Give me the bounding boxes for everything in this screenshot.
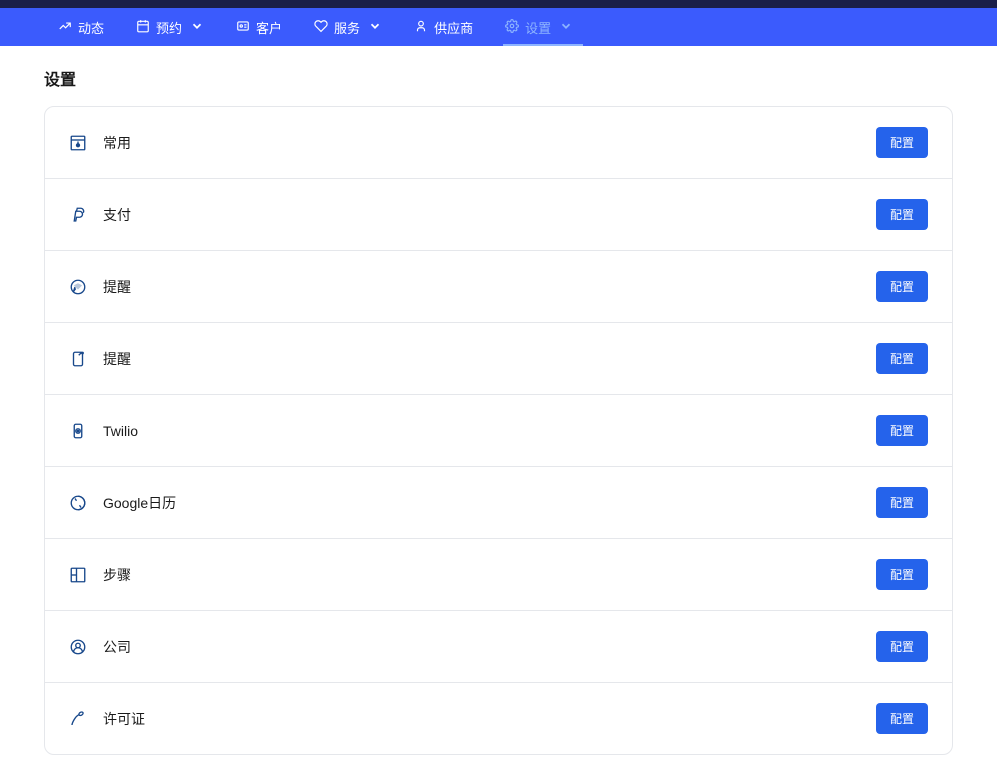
chevron-down-icon — [188, 19, 204, 36]
reminder-chat-icon — [69, 278, 87, 296]
config-button[interactable]: 配置 — [876, 199, 928, 230]
settings-label: 提醒 — [103, 349, 131, 369]
activity-icon — [58, 19, 72, 36]
nav-customers[interactable]: 客户 — [220, 8, 298, 46]
config-button[interactable]: 配置 — [876, 343, 928, 374]
settings-label: Google日历 — [103, 493, 176, 513]
settings-label: 步骤 — [103, 565, 131, 585]
nav-activity[interactable]: 动态 — [42, 8, 120, 46]
settings-row-steps: 步骤 配置 — [45, 539, 952, 611]
company-icon — [69, 638, 87, 656]
settings-row-reminder-chat: 提醒 配置 — [45, 251, 952, 323]
nav-label: 设置 — [525, 18, 551, 37]
nav-label: 预约 — [156, 18, 182, 37]
heart-icon — [314, 19, 328, 36]
config-button[interactable]: 配置 — [876, 415, 928, 446]
nav-suppliers[interactable]: 供应商 — [398, 8, 489, 46]
user-icon — [414, 19, 428, 36]
page-content: 设置 常用 配置 支付 配置 — [0, 46, 997, 775]
config-button[interactable]: 配置 — [876, 703, 928, 734]
twilio-icon — [69, 422, 87, 440]
config-button[interactable]: 配置 — [876, 559, 928, 590]
nav-settings[interactable]: 设置 — [489, 8, 589, 46]
reminder-phone-icon — [69, 350, 87, 368]
nav-label: 客户 — [256, 18, 282, 37]
config-button[interactable]: 配置 — [876, 487, 928, 518]
main-nav: 动态 预约 客户 服务 供应商 设置 — [0, 8, 997, 46]
settings-label: 许可证 — [103, 709, 145, 729]
settings-label: 常用 — [103, 133, 131, 153]
page-title: 设置 — [44, 66, 953, 90]
nav-appointments[interactable]: 预约 — [120, 8, 220, 46]
config-button[interactable]: 配置 — [876, 271, 928, 302]
settings-row-license: 许可证 配置 — [45, 683, 952, 754]
settings-row-twilio: Twilio 配置 — [45, 395, 952, 467]
chevron-down-icon — [557, 19, 573, 36]
nav-label: 服务 — [334, 18, 360, 37]
nav-label: 供应商 — [434, 18, 473, 37]
settings-row-reminder-phone: 提醒 配置 — [45, 323, 952, 395]
paypal-icon — [69, 206, 87, 224]
calendar-icon — [136, 19, 150, 36]
settings-label: 公司 — [103, 637, 131, 657]
nav-label: 动态 — [78, 18, 104, 37]
license-icon — [69, 710, 87, 728]
settings-row-google-calendar: Google日历 配置 — [45, 467, 952, 539]
google-calendar-icon — [69, 494, 87, 512]
settings-panel: 常用 配置 支付 配置 提醒 配置 — [44, 106, 953, 755]
users-icon — [236, 19, 250, 36]
settings-label: Twilio — [103, 423, 138, 439]
nav-services[interactable]: 服务 — [298, 8, 398, 46]
settings-label: 提醒 — [103, 277, 131, 297]
settings-label: 支付 — [103, 205, 131, 225]
gear-icon — [505, 19, 519, 36]
top-accent-bar — [0, 0, 997, 8]
general-icon — [69, 134, 87, 152]
config-button[interactable]: 配置 — [876, 127, 928, 158]
settings-row-payment: 支付 配置 — [45, 179, 952, 251]
chevron-down-icon — [366, 19, 382, 36]
settings-row-company: 公司 配置 — [45, 611, 952, 683]
steps-icon — [69, 566, 87, 584]
settings-row-general: 常用 配置 — [45, 107, 952, 179]
config-button[interactable]: 配置 — [876, 631, 928, 662]
